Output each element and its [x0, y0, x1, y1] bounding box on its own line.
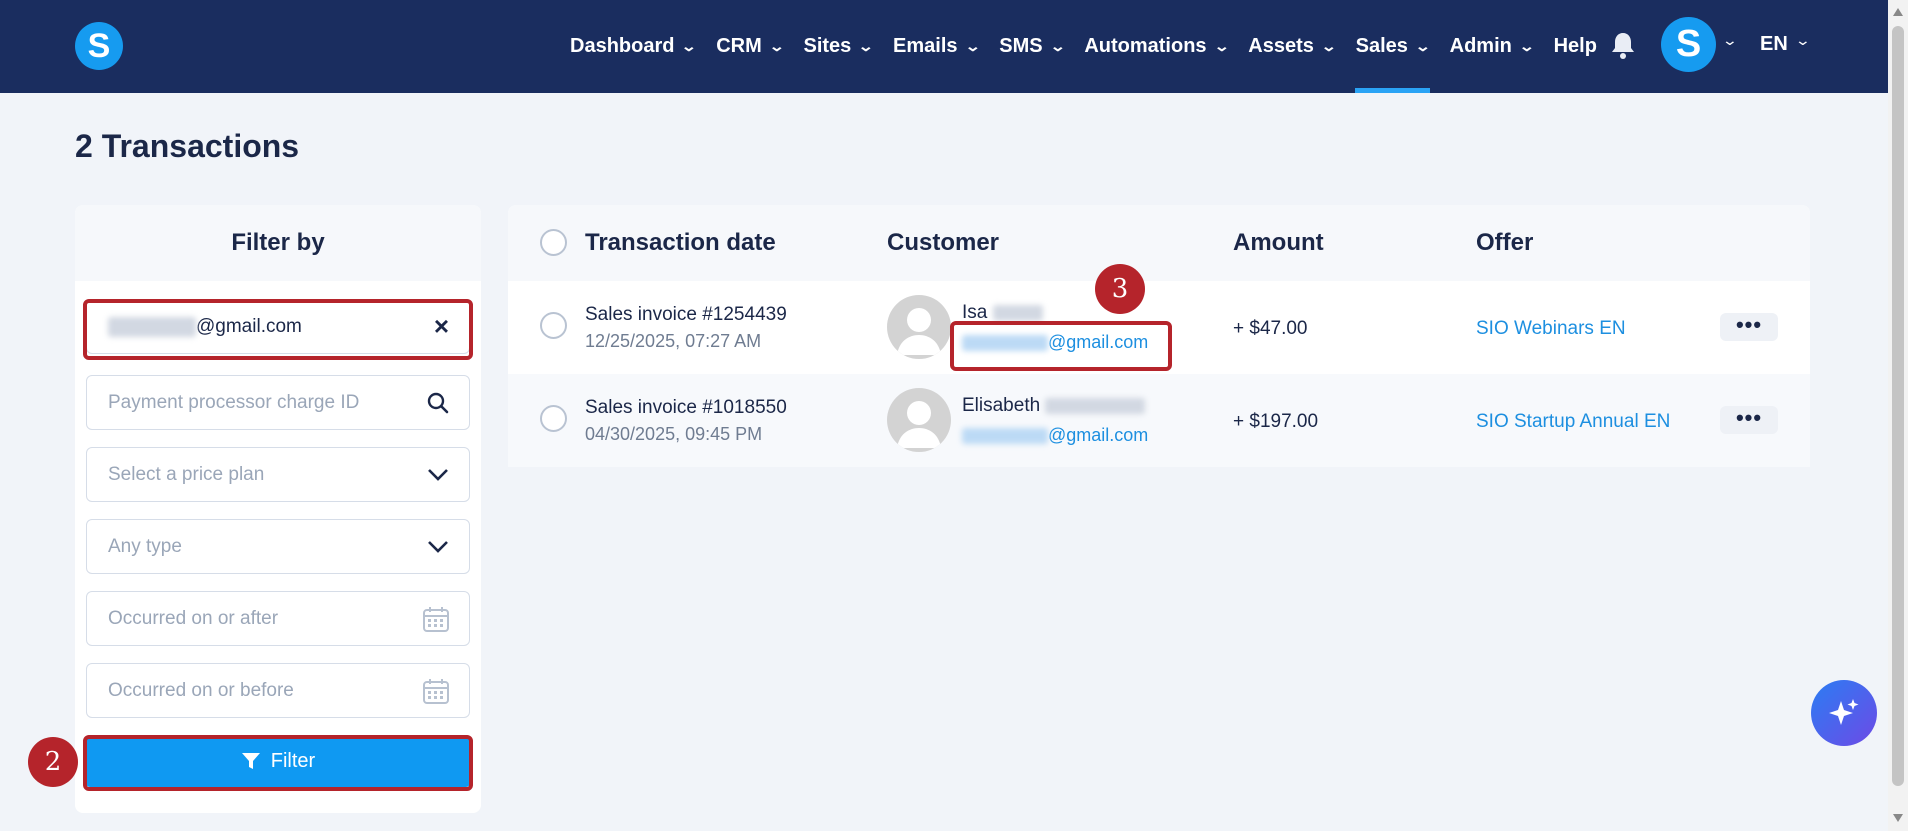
nav-label: Admin	[1449, 35, 1512, 57]
chevron-down-icon[interactable]: ⌄	[1722, 32, 1738, 49]
nav-label: SMS	[999, 35, 1043, 57]
chevron-down-icon: ⌄	[768, 38, 785, 54]
transactions-table: Transaction date Customer Amount Offer S…	[508, 205, 1810, 467]
nav-label: Emails	[893, 35, 958, 57]
invoice-title[interactable]: Sales invoice #1018550	[585, 397, 787, 419]
bell-icon[interactable]	[1610, 30, 1636, 60]
scroll-up-arrow-icon[interactable]	[1893, 8, 1903, 16]
more-options-icon[interactable]: •••	[1720, 406, 1778, 434]
nav-label: Help	[1553, 35, 1597, 57]
charge-id-placeholder: Payment processor charge ID	[108, 392, 360, 413]
chevron-down-icon: ⌄	[681, 38, 698, 54]
search-icon[interactable]	[427, 376, 449, 429]
invoice-date: 04/30/2025, 09:45 PM	[585, 424, 763, 444]
chevron-down-icon: ⌄	[1518, 38, 1535, 54]
offer-link[interactable]: SIO Webinars EN	[1476, 318, 1626, 340]
nav-item-automations[interactable]: Automations ⌄	[1084, 0, 1230, 93]
highlight-box	[83, 299, 473, 360]
chevron-down-icon: ⌄	[1049, 38, 1066, 54]
nav-item-sms[interactable]: SMS ⌄	[999, 0, 1066, 93]
amount-value: + $47.00	[1233, 318, 1308, 339]
nav-item-emails[interactable]: Emails ⌄	[893, 0, 981, 93]
user-avatar[interactable]: S	[1661, 17, 1716, 72]
language-selector[interactable]: EN	[1760, 33, 1788, 56]
select-all-radio[interactable]	[540, 229, 567, 256]
nav-label: Sales	[1355, 35, 1408, 57]
calendar-icon[interactable]	[423, 592, 449, 645]
app-logo[interactable]: S	[75, 22, 123, 70]
step-marker: 3	[1095, 264, 1145, 314]
offer-link[interactable]: SIO Startup Annual EN	[1476, 411, 1670, 433]
scrollbar-thumb[interactable]	[1892, 26, 1904, 786]
calendar-icon[interactable]	[423, 664, 449, 717]
chevron-down-icon	[427, 520, 449, 573]
amount-value: + $197.00	[1233, 411, 1319, 432]
nav-item-admin[interactable]: Admin ⌄	[1449, 0, 1535, 93]
price-plan-placeholder: Select a price plan	[108, 464, 265, 485]
table-row[interactable]: Sales invoice #1018550 04/30/2025, 09:45…	[508, 374, 1810, 467]
chevron-down-icon: ⌄	[1414, 38, 1431, 54]
customer-email-link[interactable]: @gmail.com	[962, 425, 1148, 446]
nav-label: CRM	[716, 35, 762, 57]
highlight-box	[83, 735, 473, 791]
nav-item-assets[interactable]: Assets ⌄	[1248, 0, 1337, 93]
chevron-down-icon	[427, 448, 449, 501]
chevron-down-icon: ⌄	[857, 38, 875, 54]
table-header: Transaction date Customer Amount Offer	[508, 205, 1810, 281]
date-after-placeholder: Occurred on or after	[108, 608, 279, 629]
chevron-down-icon: ⌄	[1320, 38, 1337, 54]
highlight-box	[950, 321, 1172, 371]
page-title: 2 Transactions	[75, 128, 300, 164]
column-header-offer: Offer	[1476, 229, 1534, 256]
sparkle-icon	[1829, 699, 1859, 725]
top-navbar: S Dashboard ⌄ CRM ⌄ Sites ⌄ Emails ⌄ SMS ⌄ Au…	[0, 0, 1888, 93]
chevron-down-icon: ⌄	[1213, 38, 1230, 54]
nav-label: Automations	[1084, 35, 1207, 57]
column-header-customer: Customer	[887, 229, 1000, 256]
row-select-radio[interactable]	[540, 405, 567, 432]
nav-item-crm[interactable]: CRM ⌄	[716, 0, 785, 93]
column-header-amount: Amount	[1233, 229, 1324, 256]
chevron-down-icon[interactable]: ⌄	[1795, 32, 1811, 49]
row-select-radio[interactable]	[540, 312, 567, 339]
nav-label: Dashboard	[570, 35, 675, 57]
filter-panel: Filter by @gmail.com × Payment processor…	[75, 205, 481, 813]
avatar	[887, 388, 951, 452]
nav-label: Assets	[1248, 35, 1314, 57]
invoice-date: 12/25/2025, 07:27 AM	[585, 331, 762, 351]
date-before-placeholder: Occurred on or before	[108, 680, 294, 701]
more-options-icon[interactable]: •••	[1720, 313, 1778, 341]
scroll-down-arrow-icon[interactable]	[1893, 814, 1903, 822]
nav-label: Sites	[803, 35, 852, 57]
nav-item-sales[interactable]: Sales ⌄	[1354, 0, 1431, 93]
step-marker: 2	[28, 737, 78, 787]
price-plan-select[interactable]: Select a price plan	[86, 447, 470, 502]
nav-item-dashboard[interactable]: Dashboard ⌄	[570, 0, 698, 93]
filter-heading: Filter by	[75, 205, 481, 281]
chevron-down-icon: ⌄	[964, 38, 981, 54]
type-placeholder: Any type	[108, 536, 182, 557]
date-before-input[interactable]: Occurred on or before	[86, 663, 470, 718]
main-nav: Dashboard ⌄ CRM ⌄ Sites ⌄ Emails ⌄ SMS ⌄ Auto…	[570, 0, 1618, 93]
invoice-title[interactable]: Sales invoice #1254439	[585, 304, 787, 326]
ai-assistant-button[interactable]	[1811, 680, 1877, 746]
column-header-date[interactable]: Transaction date	[585, 205, 776, 281]
type-select[interactable]: Any type	[86, 519, 470, 574]
nav-item-help[interactable]: Help	[1554, 0, 1597, 93]
avatar	[887, 295, 951, 359]
customer-name: Elisabeth	[962, 395, 1146, 417]
date-after-input[interactable]: Occurred on or after	[86, 591, 470, 646]
nav-item-sites[interactable]: Sites ⌄	[803, 0, 875, 93]
charge-id-input[interactable]: Payment processor charge ID	[86, 375, 470, 430]
